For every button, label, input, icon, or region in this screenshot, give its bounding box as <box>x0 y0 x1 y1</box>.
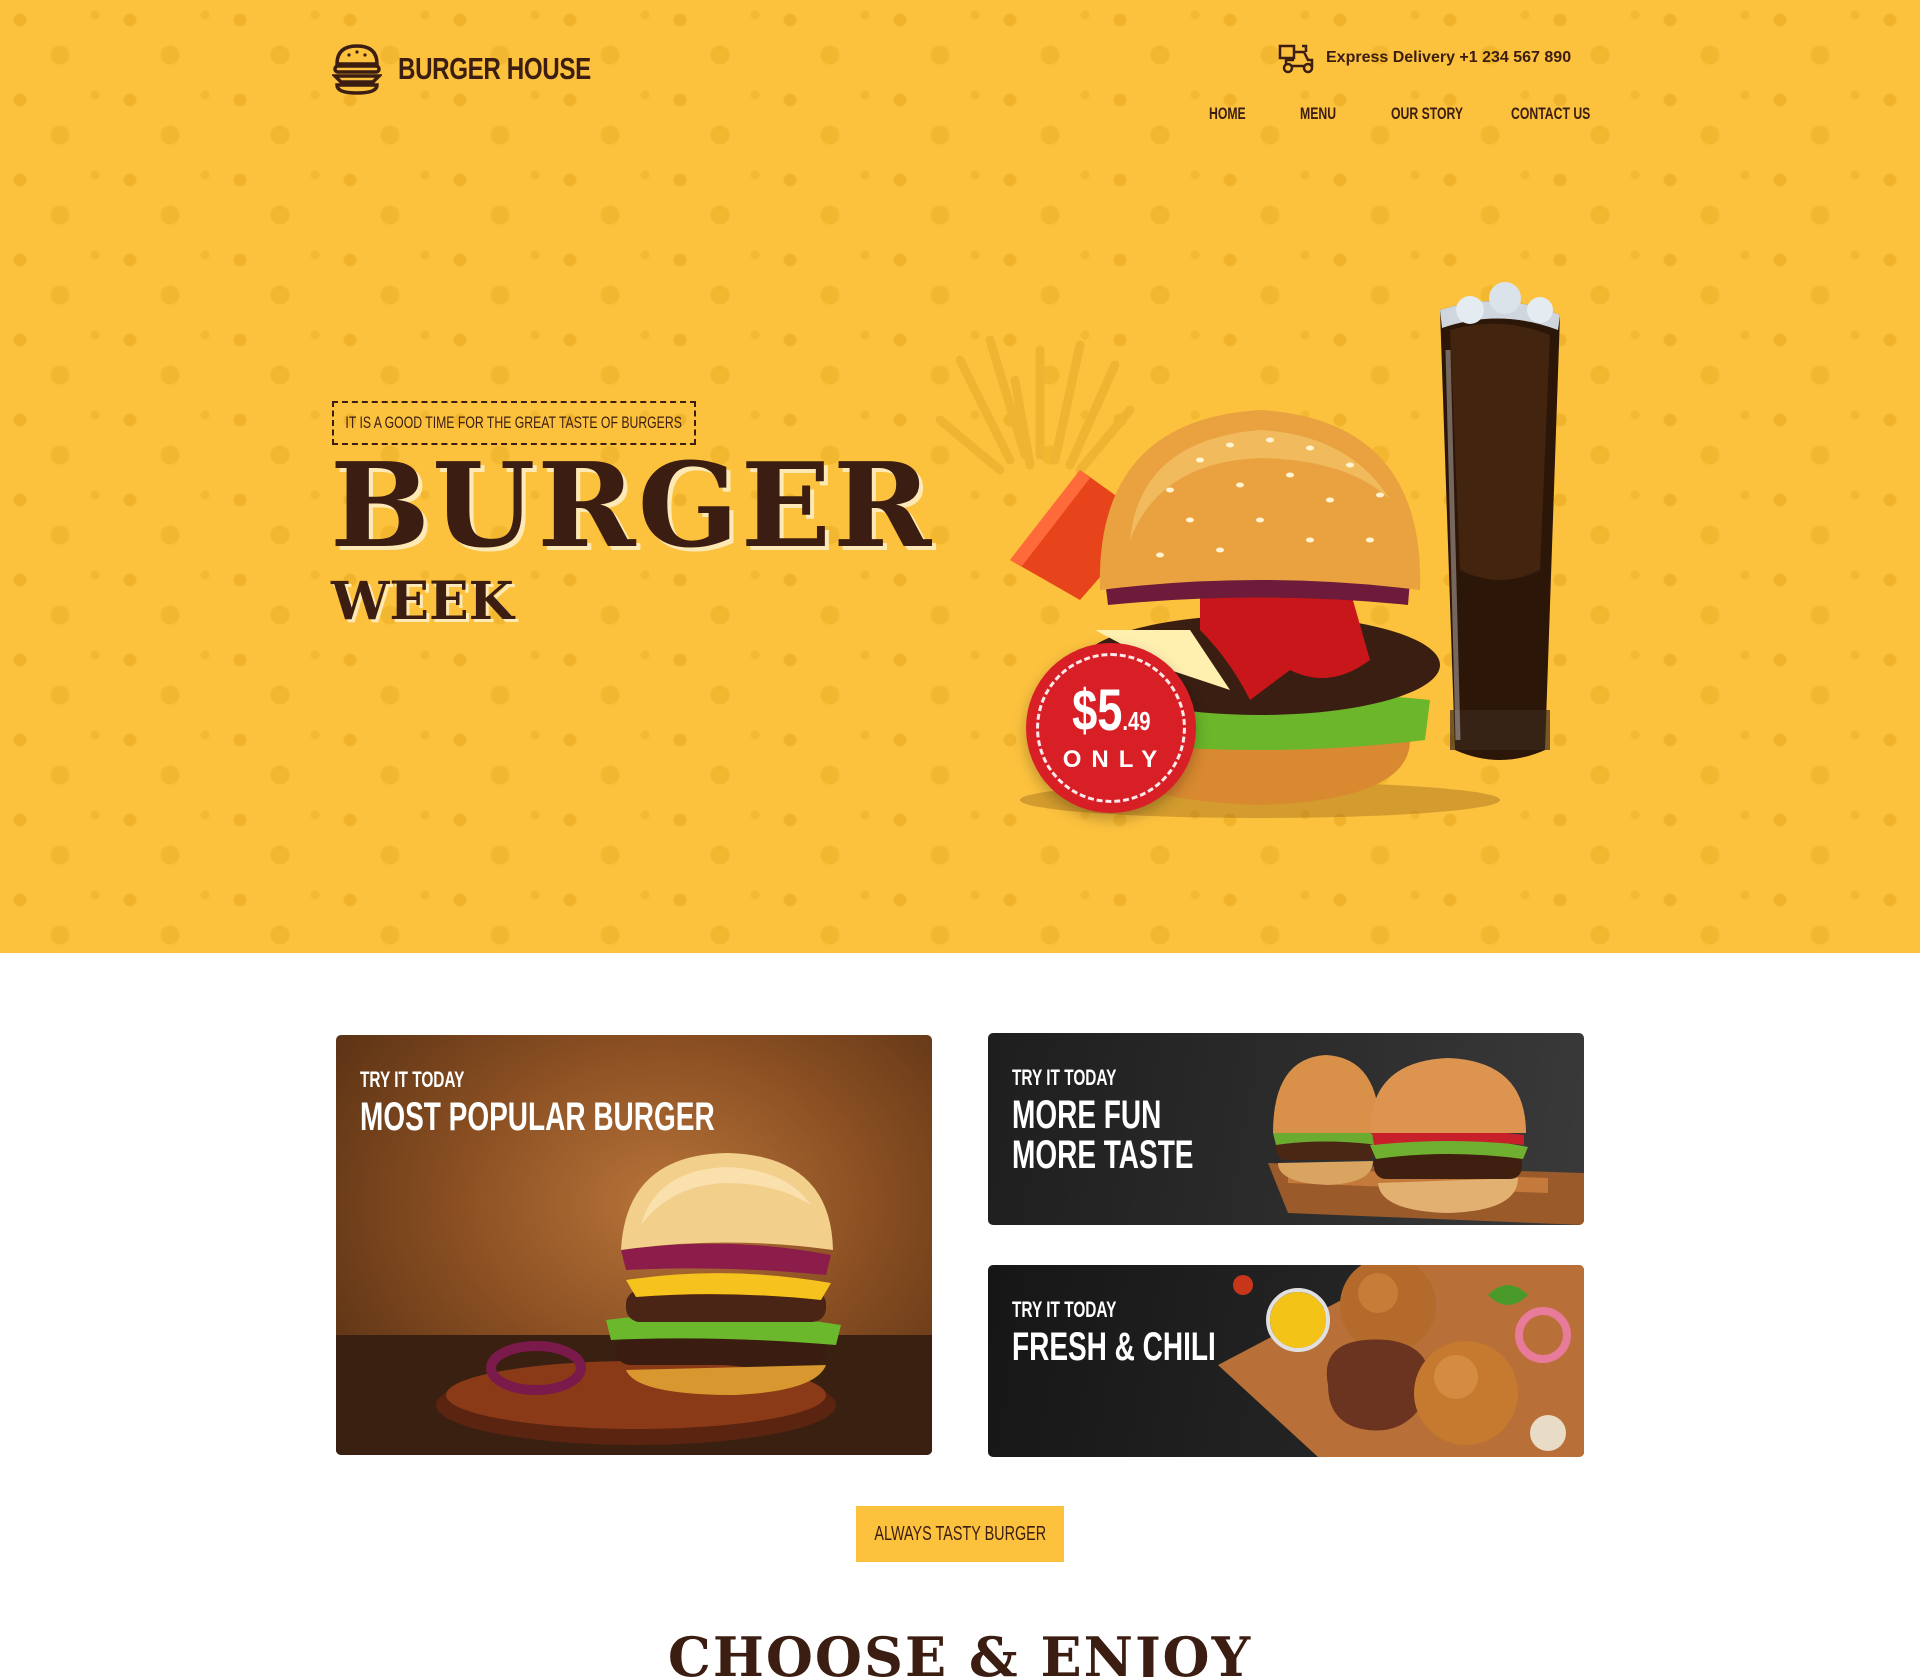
hero-subtitle: WEEK <box>331 571 514 632</box>
always-tasty-label: ALWAYS TASTY BURGER <box>874 1522 1046 1545</box>
price-badge: $5.49 ONLY <box>1026 643 1196 813</box>
brand-name: BURGER HOUSE <box>398 51 591 86</box>
delivery-scooter-icon <box>1278 44 1314 74</box>
hero-tagline-text: IT IS A GOOD TIME FOR THE GREAT TASTE OF… <box>345 413 683 432</box>
nav-home[interactable]: HOME <box>1209 104 1246 124</box>
price-dollars: $5 <box>1071 678 1123 743</box>
nav-our-story[interactable]: OUR STORY <box>1391 104 1463 124</box>
brand-logo[interactable]: BURGER HOUSE <box>332 42 645 96</box>
price-note: ONLY <box>1062 746 1168 773</box>
always-tasty-button[interactable]: ALWAYS TASTY BURGER <box>856 1506 1064 1562</box>
promo-card-popular-burger[interactable]: TRY IT TODAY MOST POPULAR BURGER <box>336 1035 932 1455</box>
cola-glass-illustration <box>1440 282 1560 760</box>
promo-card-more-fun[interactable]: TRY IT TODAY MORE FUN MORE TASTE <box>988 1033 1584 1225</box>
nav-contact-us[interactable]: CONTACT US <box>1511 104 1590 124</box>
promo-card-fresh-chili[interactable]: TRY IT TODAY FRESH & CHILI <box>988 1265 1584 1457</box>
promo-title-line1: MORE FUN <box>1012 1093 1162 1137</box>
price-amount: $5.49 <box>1072 682 1151 740</box>
price-cents: .49 <box>1122 706 1151 736</box>
promo-kicker: TRY IT TODAY <box>1012 1297 1117 1322</box>
promo-title-line2: MORE TASTE <box>1012 1133 1194 1177</box>
promo-title: FRESH & CHILI <box>1012 1325 1216 1369</box>
hero-title: BURGER <box>330 438 934 574</box>
burger-logo-icon <box>332 44 382 95</box>
promo-title: MOST POPULAR BURGER <box>360 1095 715 1139</box>
promo-kicker: TRY IT TODAY <box>1012 1065 1117 1090</box>
hero-section: BURGER HOUSE Express Delivery +1 234 567… <box>0 0 1920 953</box>
promo-kicker: TRY IT TODAY <box>360 1067 465 1092</box>
delivery-text: Express Delivery +1 234 567 890 <box>1326 49 1572 66</box>
delivery-info[interactable]: Express Delivery +1 234 567 890 <box>1278 42 1571 74</box>
choose-enjoy-heading: CHOOSE & ENJOY <box>667 1625 1253 1677</box>
nav-menu[interactable]: MENU <box>1300 104 1336 124</box>
